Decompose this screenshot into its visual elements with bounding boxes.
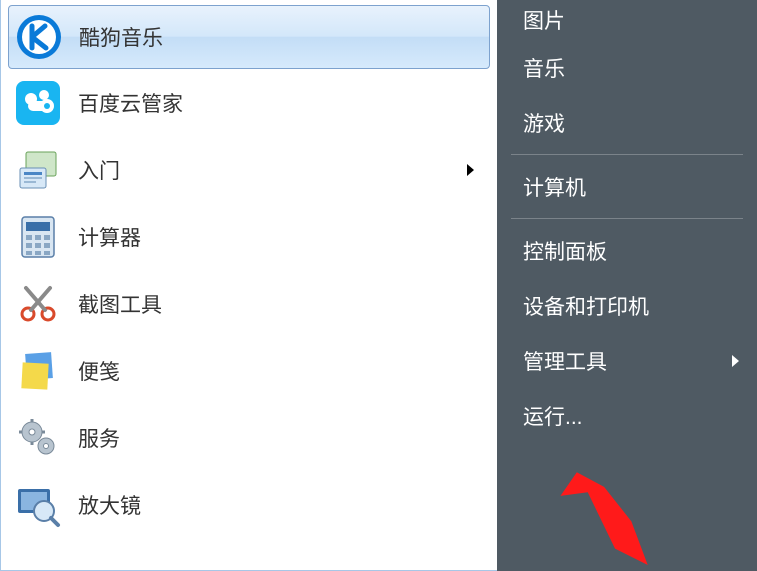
program-label: 服务	[78, 423, 480, 453]
start-menu-places-panel: 图片 音乐 游戏 计算机 控制面板 设备和打印机 管理工具 运行...	[497, 0, 757, 571]
program-item-magnifier[interactable]: 放大镜	[8, 472, 490, 538]
right-item-devices[interactable]: 设备和打印机	[497, 278, 757, 333]
right-item-computer[interactable]: 计算机	[497, 159, 757, 214]
chevron-right-icon	[732, 355, 739, 367]
program-label: 计算器	[78, 222, 480, 252]
program-label: 百度云管家	[78, 88, 480, 118]
program-item-baiduyun[interactable]: 百度云管家	[8, 70, 490, 136]
kugou-icon	[15, 13, 63, 61]
program-label: 入门	[78, 155, 467, 185]
right-item-label: 运行...	[523, 401, 583, 431]
right-item-label: 音乐	[523, 53, 565, 83]
right-item-label: 计算机	[523, 172, 586, 202]
separator	[511, 154, 743, 155]
right-item-label: 游戏	[523, 108, 565, 138]
program-label: 截图工具	[78, 289, 480, 319]
getting-started-icon	[14, 146, 62, 194]
right-item-label: 图片	[523, 5, 565, 35]
program-item-snipping[interactable]: 截图工具	[8, 271, 490, 337]
program-item-kugou[interactable]: 酷狗音乐	[8, 5, 490, 69]
start-menu-programs-panel: 酷狗音乐 百度云管家	[0, 0, 497, 571]
right-item-controlpanel[interactable]: 控制面板	[497, 223, 757, 278]
program-label: 便笺	[78, 356, 480, 386]
right-item-pictures[interactable]: 图片	[497, 0, 757, 40]
program-label: 酷狗音乐	[79, 22, 479, 52]
right-item-games[interactable]: 游戏	[497, 95, 757, 150]
chevron-right-icon	[467, 164, 474, 176]
right-item-admintools[interactable]: 管理工具	[497, 333, 757, 388]
baidu-cloud-icon	[14, 79, 62, 127]
right-item-label: 控制面板	[523, 236, 607, 266]
calculator-icon	[14, 213, 62, 261]
sticky-notes-icon	[14, 347, 62, 395]
scissors-icon	[14, 280, 62, 328]
separator	[511, 218, 743, 219]
magnifier-icon	[14, 481, 62, 529]
program-item-calculator[interactable]: 计算器	[8, 204, 490, 270]
right-item-label: 设备和打印机	[523, 291, 649, 321]
right-item-music[interactable]: 音乐	[497, 40, 757, 95]
program-item-stickynotes[interactable]: 便笺	[8, 338, 490, 404]
program-item-services[interactable]: 服务	[8, 405, 490, 471]
gears-icon	[14, 414, 62, 462]
right-item-label: 管理工具	[523, 346, 607, 376]
program-item-gettingstarted[interactable]: 入门	[8, 137, 490, 203]
program-label: 放大镜	[78, 490, 480, 520]
right-item-run[interactable]: 运行...	[497, 388, 757, 443]
